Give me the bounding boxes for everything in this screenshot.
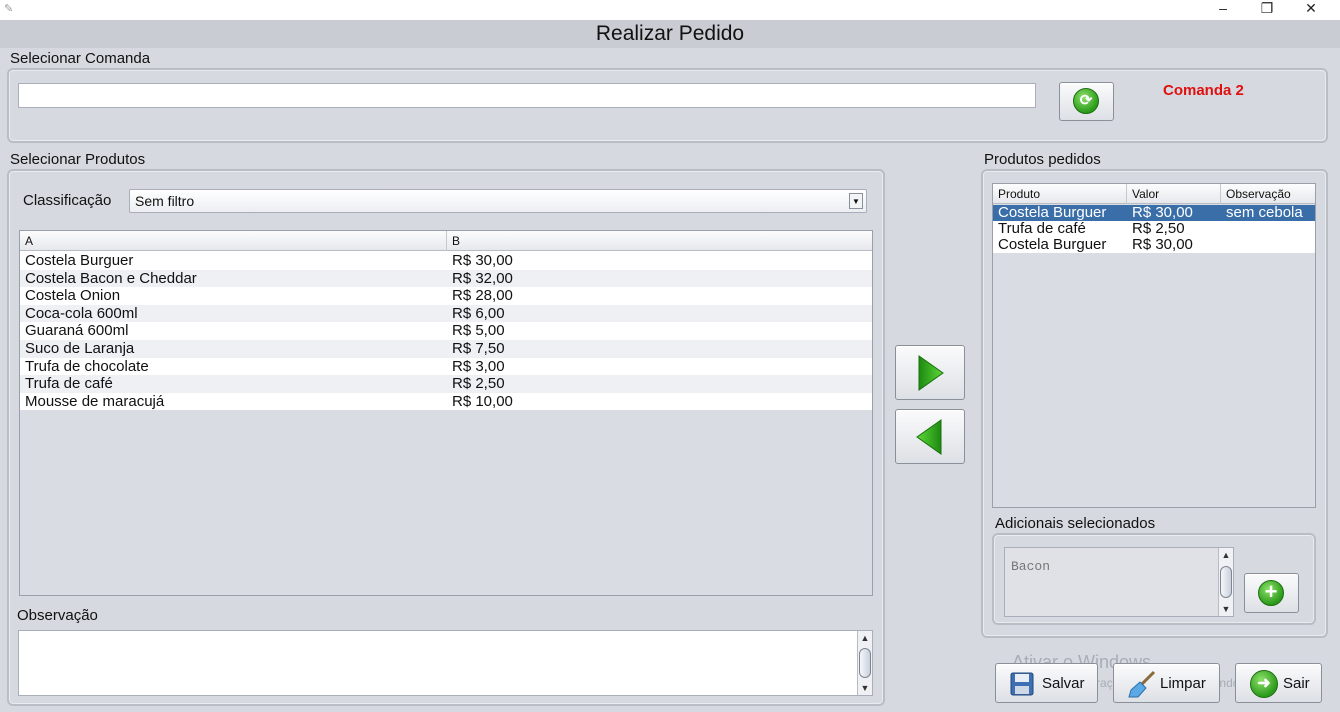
order-product-cell: Costela Burguer xyxy=(998,204,1107,221)
sair-label: Sair xyxy=(1283,675,1310,692)
limpar-button[interactable]: Limpar xyxy=(1113,663,1220,703)
chevron-down-icon[interactable]: ▼ xyxy=(849,193,863,209)
filter-label: Classificação xyxy=(23,192,112,209)
product-price-cell: R$ 3,00 xyxy=(452,357,505,375)
product-price-cell: R$ 28,00 xyxy=(452,287,513,305)
product-name-cell: Guaraná 600ml xyxy=(25,322,129,340)
filter-select-value: Sem filtro xyxy=(135,193,195,209)
table-header: A B xyxy=(20,231,872,251)
adicionais-scrollbar[interactable]: ▲ ▼ xyxy=(1218,548,1233,616)
refresh-button[interactable]: ⟳ xyxy=(1059,82,1114,121)
column-header-b[interactable]: B xyxy=(447,231,872,251)
salvar-label: Salvar xyxy=(1042,675,1085,692)
floppy-disk-icon xyxy=(1010,672,1034,696)
product-price-cell: R$ 10,00 xyxy=(452,392,513,410)
adicionais-textarea[interactable]: Bacon ▲ ▼ xyxy=(1004,547,1234,617)
restore-button[interactable]: ❐ xyxy=(1244,0,1290,18)
app-icon: ✎ xyxy=(4,3,14,15)
table-row[interactable]: Mousse de maracujá R$ 10,00 xyxy=(20,393,872,411)
scroll-thumb[interactable] xyxy=(859,648,871,678)
limpar-label: Limpar xyxy=(1160,675,1206,692)
table-row[interactable]: Costela Bacon e Cheddar R$ 32,00 xyxy=(20,269,872,288)
salvar-button[interactable]: Salvar xyxy=(995,663,1098,703)
product-price-cell: R$ 2,50 xyxy=(452,375,505,393)
window-titlebar: ✎ – ❐ ✕ xyxy=(0,0,1340,20)
page-title: Realizar Pedido xyxy=(0,20,1340,48)
remove-from-order-button[interactable] xyxy=(895,409,965,464)
product-price-cell: R$ 32,00 xyxy=(452,269,513,287)
column-header-observacao[interactable]: Observação xyxy=(1221,184,1315,204)
product-name-cell: Trufa de chocolate xyxy=(25,357,149,375)
minimize-button[interactable]: – xyxy=(1200,0,1246,18)
pedidos-table-header: Produto Valor Observação xyxy=(993,184,1315,204)
product-price-cell: R$ 7,50 xyxy=(452,340,505,357)
table-row[interactable]: Trufa de chocolate R$ 3,00 xyxy=(20,358,872,376)
table-row[interactable]: Costela Onion R$ 28,00 xyxy=(20,287,872,305)
selected-comanda-label: Comanda 2 xyxy=(1163,82,1244,99)
scroll-down-icon[interactable]: ▼ xyxy=(1219,602,1233,616)
table-row[interactable]: Guaraná 600ml R$ 5,00 xyxy=(20,322,872,340)
comanda-group-label: Selecionar Comanda xyxy=(10,50,151,67)
observacao-label: Observação xyxy=(17,607,98,624)
order-price-cell: R$ 30,00 xyxy=(1132,204,1193,221)
observacao-textarea[interactable]: ▲ ▼ xyxy=(18,630,873,696)
produtos-group-label: Selecionar Produtos xyxy=(10,151,146,168)
arrow-right-icon xyxy=(918,355,944,391)
order-row[interactable]: Costela Burguer R$ 30,00 sem cebola xyxy=(993,205,1315,221)
product-name-cell: Costela Onion xyxy=(25,287,121,305)
produtos-table[interactable]: A B Costela Burguer R$ 30,00 Costela Bacon… xyxy=(19,230,873,596)
broom-icon xyxy=(1128,670,1156,698)
order-note-cell: sem cebola xyxy=(1226,204,1303,221)
scroll-thumb[interactable] xyxy=(1220,566,1232,598)
scroll-up-icon[interactable]: ▲ xyxy=(858,631,872,645)
refresh-icon: ⟳ xyxy=(1073,88,1099,114)
column-header-valor[interactable]: Valor xyxy=(1127,184,1221,204)
table-empty-area xyxy=(20,410,872,595)
column-header-a[interactable]: A xyxy=(20,231,447,251)
close-button[interactable]: ✕ xyxy=(1288,0,1334,18)
product-name-cell: Coca-cola 600ml xyxy=(25,304,138,322)
order-row[interactable]: Costela Burguer R$ 30,00 xyxy=(993,237,1315,253)
column-header-produto[interactable]: Produto xyxy=(993,184,1127,204)
add-adicional-button[interactable]: + xyxy=(1244,573,1299,613)
product-name-cell: Trufa de café xyxy=(25,375,113,393)
scroll-up-icon[interactable]: ▲ xyxy=(1219,548,1233,562)
scroll-down-icon[interactable]: ▼ xyxy=(858,681,872,695)
product-price-cell: R$ 5,00 xyxy=(452,322,505,340)
product-name-cell: Costela Bacon e Cheddar xyxy=(25,269,197,287)
pedidos-group-label: Produtos pedidos xyxy=(984,151,1101,168)
comanda-search-input[interactable] xyxy=(18,83,1036,108)
order-price-cell: R$ 2,50 xyxy=(1132,220,1185,237)
table-row[interactable]: Coca-cola 600ml R$ 6,00 xyxy=(20,304,872,323)
sair-button[interactable]: ➜ Sair xyxy=(1235,663,1322,703)
order-product-cell: Costela Burguer xyxy=(998,236,1107,253)
filter-select[interactable]: Sem filtro ▼ xyxy=(129,189,867,213)
adicionais-label: Adicionais selecionados xyxy=(995,515,1156,532)
arrow-left-icon xyxy=(916,419,942,455)
observacao-scrollbar[interactable]: ▲ ▼ xyxy=(857,631,872,695)
product-price-cell: R$ 30,00 xyxy=(452,252,513,269)
product-name-cell: Suco de Laranja xyxy=(25,340,135,357)
product-price-cell: R$ 6,00 xyxy=(452,304,505,322)
table-row[interactable]: Suco de Laranja R$ 7,50 xyxy=(20,340,872,358)
table-row[interactable]: Trufa de café R$ 2,50 xyxy=(20,375,872,393)
adicionais-text: Bacon xyxy=(1011,559,1051,574)
product-name-cell: Mousse de maracujá xyxy=(25,392,165,410)
plus-icon: + xyxy=(1258,580,1284,606)
exit-arrow-icon: ➜ xyxy=(1250,670,1278,698)
order-price-cell: R$ 30,00 xyxy=(1132,236,1193,253)
table-row[interactable]: Costela Burguer R$ 30,00 xyxy=(20,252,872,270)
product-name-cell: Costela Burguer xyxy=(25,252,134,269)
order-row[interactable]: Trufa de café R$ 2,50 xyxy=(993,221,1315,237)
pedidos-table[interactable]: Produto Valor Observação Costela Burguer… xyxy=(992,183,1316,508)
add-to-order-button[interactable] xyxy=(895,345,965,400)
order-product-cell: Trufa de café xyxy=(998,220,1086,237)
